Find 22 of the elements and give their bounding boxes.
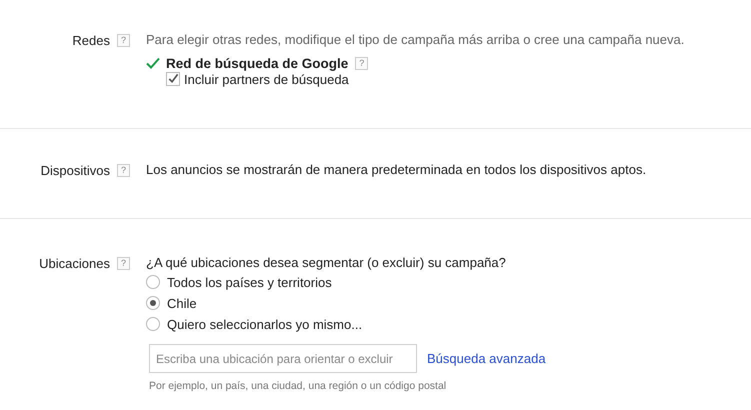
section-label: Ubicaciones <box>39 256 110 270</box>
radio-button[interactable] <box>146 275 160 289</box>
help-icon[interactable]: ? <box>117 164 130 176</box>
checkbox[interactable] <box>166 72 180 86</box>
section-label: Redes <box>72 32 110 48</box>
question: ¿A qué ubicaciones desea segmentar (o excluir) su campaña? <box>146 255 507 271</box>
radio-label: Todos los países y territorios <box>167 274 332 290</box>
location-input[interactable]: Escriba una ubicación para orientar o excluir <box>149 344 417 373</box>
radio-label: Quiero seleccionarlos yo mismo... <box>167 316 362 332</box>
network-name: Red de búsqueda de Google <box>166 56 348 70</box>
advanced-search-link[interactable]: Búsqueda avanzada <box>427 351 546 366</box>
description: Para elegir otras redes, modifique el tipo de campaña más arriba o cree una campaña nueva. <box>146 32 684 48</box>
help-icon[interactable]: ? <box>117 34 130 46</box>
description: Los anuncios se mostrarán de manera predeterminada en todos los dispositivos aptos. <box>146 162 646 178</box>
radio-button[interactable] <box>146 296 160 310</box>
section-label: Dispositivos <box>40 162 110 178</box>
help-icon[interactable]: ? <box>117 256 130 270</box>
hint-text: Por ejemplo, un país, una ciudad, una región o un código postal <box>149 380 448 392</box>
radio-label: Chile <box>167 296 197 310</box>
checkbox-label: Incluir partners de búsqueda <box>184 72 349 86</box>
help-icon[interactable]: ? <box>355 56 368 70</box>
radio-button[interactable] <box>146 317 160 331</box>
